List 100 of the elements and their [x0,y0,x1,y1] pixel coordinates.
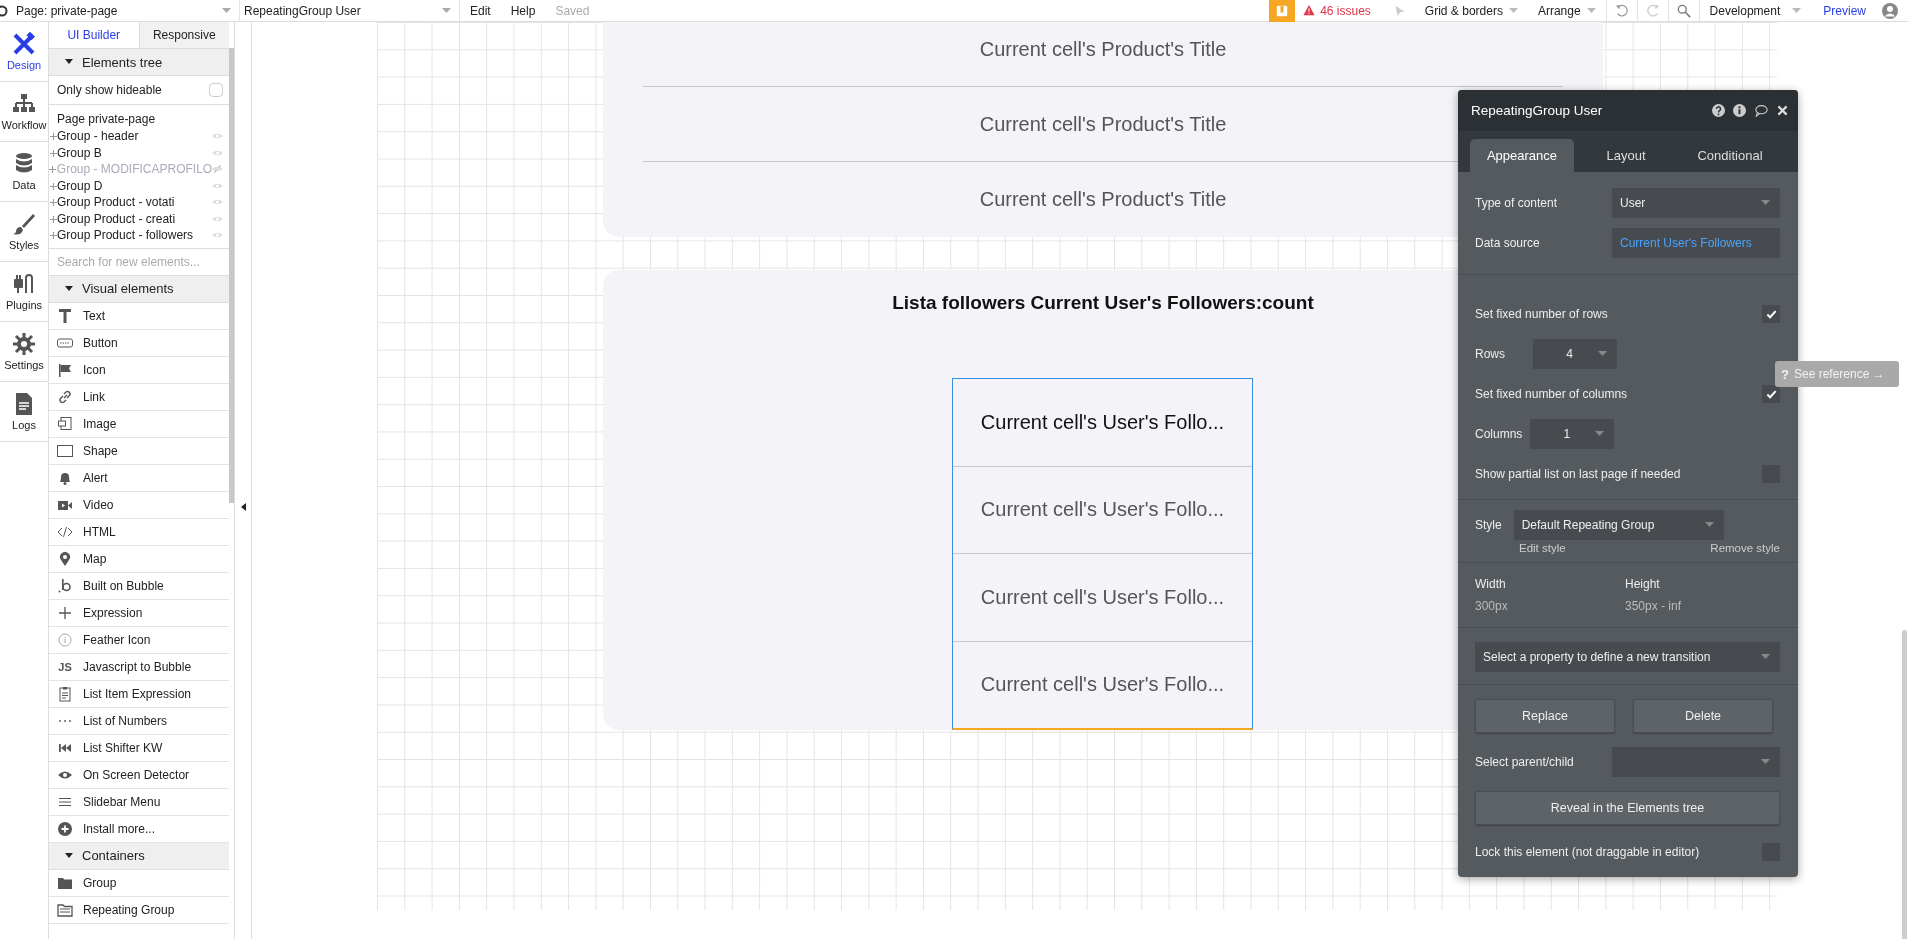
close-icon[interactable] [1777,105,1788,116]
element-item[interactable]: Install more... [49,815,229,843]
style-dropdown[interactable]: Default Repeating Group [1513,510,1724,540]
field-label: Style [1475,518,1502,532]
caret-icon [1598,351,1607,357]
panel-tab[interactable]: Responsive [138,22,229,48]
element-item[interactable]: Text [49,302,229,330]
columns-dropdown[interactable]: 1 [1530,419,1615,449]
checkbox[interactable] [209,83,223,97]
type-dropdown[interactable]: User [1612,188,1780,218]
follower-cell[interactable]: Current cell's User's Follo... [953,554,1252,642]
element-item[interactable]: Repeating Group [49,896,229,924]
element-item[interactable]: On Screen Detector [49,761,229,789]
panel-title: RepeatingGroup User [1471,103,1603,118]
issues-link[interactable]: 46 issues [1295,3,1385,18]
panel-tab[interactable]: Layout [1574,139,1678,172]
redo-icon[interactable] [1645,3,1660,18]
delete-button[interactable]: Delete [1633,699,1773,733]
preview-link[interactable]: Preview [1811,3,1878,18]
element-item[interactable]: Feather Icon [49,626,229,654]
rail-tab[interactable]: Settings [0,322,48,382]
rail-tab[interactable]: Workflow [0,82,48,142]
grid-borders-menu[interactable]: Grid & borders [1414,3,1528,18]
menu-item[interactable]: Help [500,3,546,18]
triangle-down-icon[interactable] [65,58,73,66]
section-header[interactable]: Elements tree [49,49,229,76]
avatar-icon[interactable] [1882,2,1898,19]
transition-dropdown[interactable]: Select a property to define a new transition [1475,642,1780,672]
tree-item[interactable]: Group - header [49,128,229,145]
reveal-button[interactable]: Reveal in the Elements tree [1475,791,1780,825]
follower-cell[interactable]: Current cell's User's Follo... [953,641,1252,728]
element-item[interactable]: Button [49,329,229,357]
tree-item[interactable]: Group Product - followers [49,227,229,244]
collapse-arrow-icon[interactable] [240,503,246,511]
plus-icon[interactable] [49,199,57,207]
plus-icon[interactable] [49,133,57,141]
plus-icon[interactable] [49,232,57,240]
rail-tab[interactable]: Logs [0,382,48,442]
element-item[interactable]: Slidebar Menu [49,788,229,816]
tree-item[interactable]: Group D [49,177,229,194]
rail-tab[interactable]: Data [0,142,48,202]
plus-icon[interactable] [49,215,57,223]
triangle-down-icon[interactable] [65,284,73,293]
rail-tab[interactable]: Styles [0,202,48,262]
follower-cell[interactable]: Current cell's User's Follo... [953,466,1252,554]
element-item[interactable]: List Item Expression [49,680,229,708]
section-header[interactable]: Visual elements [49,275,229,303]
element-item[interactable]: Icon [49,356,229,384]
help-icon[interactable] [1712,104,1725,117]
arrange-menu[interactable]: Arrange [1527,3,1606,18]
undo-icon[interactable] [1614,3,1629,18]
element-item[interactable]: List Shifter KW [49,734,229,762]
environment-menu[interactable]: Development [1699,3,1812,18]
scrollbar[interactable] [229,48,234,503]
tree-item[interactable]: Group B [49,144,229,161]
checkbox[interactable] [1762,305,1780,323]
tree-item[interactable]: Group Product - creati [49,210,229,227]
element-item[interactable]: Expression [49,599,229,627]
notification-button[interactable] [1269,0,1296,22]
flag-icon [57,361,73,378]
element-item[interactable]: HTML [49,518,229,546]
section-header[interactable]: Containers [49,842,229,870]
element-item[interactable]: Built on Bubble [49,572,229,600]
tree-root[interactable]: Page private-page [49,109,229,128]
element-item[interactable]: Image [49,410,229,438]
field-label: Data source [1475,236,1540,250]
follower-cell[interactable]: Current cell's User's Follo... [953,379,1252,467]
element-item[interactable]: Alert [49,464,229,492]
square-icon [57,442,73,459]
product-title: Current cell's Product's Title [979,188,1227,211]
repeating-group[interactable]: Current cell's User's Follo... Current cell's User's Follo... Current cell's User's Follo... Current cell's User's Follo... [952,378,1253,730]
rows-dropdown[interactable]: 4 [1533,339,1617,369]
comment-icon[interactable] [1754,104,1769,117]
panel-tab[interactable]: Appearance [1470,139,1574,172]
plus-icon[interactable] [49,182,57,190]
page-selector[interactable]: Page: private-page [16,3,118,18]
cursor-icon[interactable] [1393,3,1406,18]
scrollbar[interactable] [1902,630,1907,939]
rail-tab[interactable]: Design [0,22,48,82]
checkbox[interactable] [1762,385,1780,403]
caret-icon [1595,431,1605,437]
replace-button[interactable]: Replace [1475,699,1615,733]
plus-icon[interactable] [49,166,57,174]
element-item[interactable]: Group [49,869,229,897]
rail-tab[interactable]: Plugins [0,262,48,322]
remove-style-link[interactable]: Remove style [1710,542,1780,554]
element-item[interactable]: JS Javascript to Bubble [49,653,229,681]
element-item[interactable]: Video [49,491,229,519]
search-icon[interactable] [1676,3,1691,18]
element-selector[interactable]: RepeatingGroup User [244,3,361,18]
tree-item[interactable]: Group Product - votati [49,194,229,211]
plus-icon[interactable] [49,149,57,157]
triangle-down-icon[interactable] [65,851,73,860]
eye-slash-icon[interactable] [212,165,223,174]
info-icon[interactable] [1733,104,1746,117]
element-item[interactable]: Map [49,545,229,573]
menu-item[interactable]: Edit [460,3,501,18]
panel-tab[interactable]: Conditional [1678,139,1782,172]
element-item[interactable]: List of Numbers [49,707,229,735]
edit-style-link[interactable]: Edit style [1519,542,1566,554]
